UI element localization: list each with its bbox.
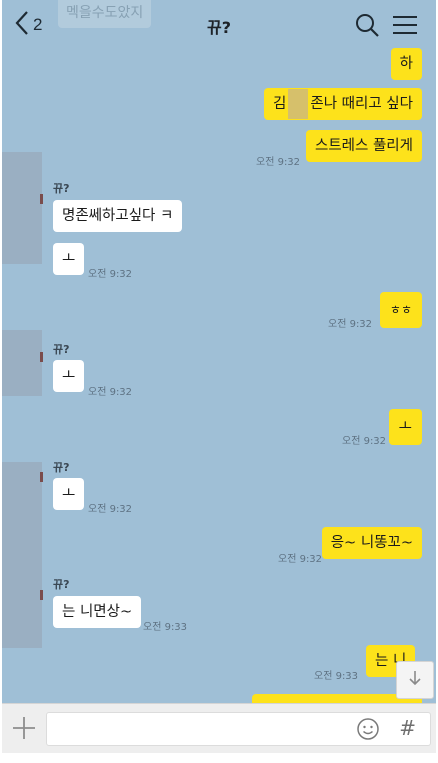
my-message-bubble[interactable]: 김 존나 때리고 싶다 [264,88,422,120]
message-time: 오전 9:32 [88,387,133,398]
avatar[interactable] [2,528,42,648]
plus-button[interactable] [10,714,38,742]
message-input-bar: # [2,703,436,754]
message-time: 오전 9:32 [256,157,301,168]
chat-header: 멕을수도았지 2 뀨? [2,0,436,50]
hashtag-button[interactable]: # [399,716,416,740]
avatar-edge [40,352,43,362]
my-message-bubble[interactable]: 스트레스 풀리게 [306,130,422,162]
plus-icon [13,717,35,739]
sender-name: 뀨? [53,461,70,474]
bottom-strip [2,753,436,763]
my-message-bubble[interactable]: ㅗ [388,409,422,445]
avatar-edge [40,472,43,482]
sender-name: 뀨? [53,343,70,356]
arrow-down-icon [406,669,424,691]
their-message-bubble[interactable]: ㅗ [53,360,85,392]
my-message-bubble[interactable]: 응~ 니똥꼬~ [321,527,422,559]
message-time: 오전 9:32 [278,554,323,565]
their-message-bubble[interactable]: ㅗ [53,478,85,510]
scroll-down-button[interactable] [396,661,434,699]
avatar[interactable] [2,462,42,528]
menu-icon[interactable] [392,12,418,38]
their-message-bubble[interactable]: 는 니면상~ [53,596,142,628]
message-time: 오전 9:32 [88,504,133,515]
search-icon[interactable] [354,12,380,38]
emoji-icon[interactable] [356,717,380,741]
their-message-bubble[interactable]: ㅗ [53,243,85,275]
message-time: 오전 9:32 [342,436,387,447]
avatar-edge [40,194,43,204]
their-message-bubble[interactable]: 명존쎄하고싶다 ㅋ [53,200,183,232]
my-message-bubble[interactable]: ㅎㅎ [379,292,422,328]
message-time: 오전 9:33 [143,622,188,633]
message-time: 오전 9:33 [314,671,359,682]
sender-name: 뀨? [53,182,70,195]
message-input[interactable]: # [46,712,431,746]
message-time: 오전 9:32 [88,269,133,280]
censored-region [288,89,309,119]
sender-name: 뀨? [53,578,70,591]
message-time: 오전 9:32 [328,319,373,330]
avatar-edge [40,590,43,600]
chat-screen: 멕을수도았지 2 뀨? 하 김 존나 때리고 싶다 스트레스 풀리게 오전 9:3… [2,0,436,763]
message-text: 존나 때리고 싶다 [310,96,413,112]
avatar[interactable] [2,330,42,396]
my-message-bubble[interactable]: 하 [390,48,422,80]
message-text: 김 [273,96,287,112]
avatar[interactable] [2,152,42,264]
